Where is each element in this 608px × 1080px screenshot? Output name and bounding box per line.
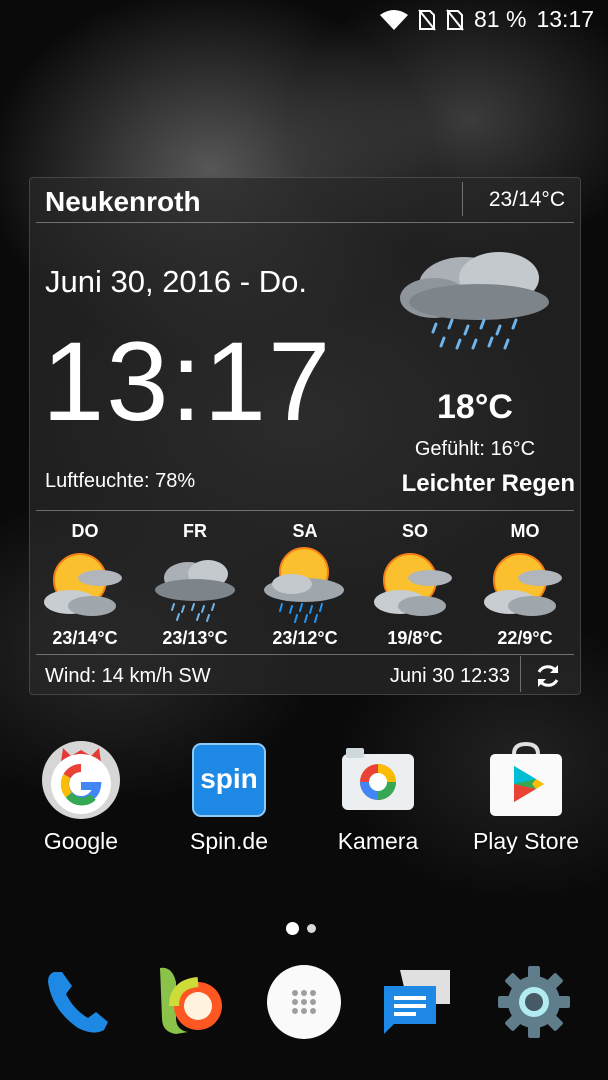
humidity-label: Luftfeuchte: 78% — [45, 470, 196, 492]
condition-label: Leichter Regen — [401, 470, 575, 497]
sun-rain-icon — [260, 544, 350, 629]
svg-text:spin: spin — [200, 763, 258, 794]
messages-icon[interactable] — [380, 962, 460, 1042]
spin-icon: spin — [189, 740, 269, 820]
browser-icon[interactable] — [154, 962, 234, 1042]
app-label: Kamera — [337, 828, 419, 854]
weather-widget[interactable]: Neukenroth 23/14°C Juni 30, 2016 - Do. 1… — [29, 177, 581, 695]
sun-cloud-icon — [480, 544, 570, 629]
clock: 13:17 — [536, 6, 594, 32]
battery-percent: 81 % — [474, 6, 527, 32]
divider — [520, 656, 521, 692]
app-play-store[interactable]: Play Store — [456, 740, 596, 855]
camera-icon — [338, 740, 418, 820]
app-drawer-icon[interactable] — [264, 962, 344, 1042]
date-label[interactable]: Juni 30, 2016 - Do. — [45, 264, 307, 300]
current-temperature: 18°C — [437, 388, 513, 426]
city-name[interactable]: Neukenroth — [45, 186, 201, 218]
page-dot-active — [286, 922, 299, 935]
forecast-temp: 23/12°C — [272, 628, 338, 648]
refresh-icon[interactable] — [534, 662, 562, 695]
play-store-icon — [486, 740, 566, 820]
app-camera[interactable]: Kamera — [308, 740, 448, 855]
google-icon — [41, 740, 121, 820]
page-dot — [307, 924, 316, 933]
forecast-row: DO 23/14°C FR 23/13°C SA 23/12°C SO 19/8… — [30, 516, 580, 652]
temp-range: 23/14°C — [488, 188, 565, 211]
forecast-day[interactable]: MO 22/9°C — [470, 516, 580, 652]
settings-icon[interactable] — [494, 962, 574, 1042]
wifi-icon — [380, 9, 408, 31]
sun-cloud-icon — [40, 544, 130, 629]
last-updated-label: Juni 30 12:33 — [389, 665, 510, 687]
rain-cloud-icon — [394, 240, 559, 360]
feels-like-label: Gefühlt: 16°C — [414, 438, 536, 460]
forecast-day[interactable]: SO 19/8°C — [360, 516, 470, 652]
forecast-day-name: SO — [401, 521, 428, 541]
forecast-day[interactable]: DO 23/14°C — [30, 516, 140, 652]
dock — [0, 962, 608, 1042]
forecast-day-name: DO — [71, 521, 99, 541]
divider — [462, 182, 463, 216]
divider — [36, 222, 574, 223]
app-label: Spin.de — [189, 828, 268, 854]
no-sim-icon — [418, 8, 436, 31]
page-indicator — [286, 922, 316, 935]
forecast-temp: 19/8°C — [387, 628, 443, 648]
rain-cloud-icon — [150, 544, 240, 629]
forecast-day-name: MO — [510, 521, 540, 541]
widget-clock[interactable]: 13:17 — [42, 326, 332, 438]
app-spin[interactable]: spin Spin.de — [159, 740, 299, 855]
no-sim-icon — [446, 8, 464, 31]
app-label: Play Store — [472, 828, 580, 854]
app-label: Google — [43, 828, 119, 854]
forecast-temp: 22/9°C — [497, 628, 553, 648]
divider — [36, 654, 574, 655]
forecast-day[interactable]: FR 23/13°C — [140, 516, 250, 652]
forecast-day-name: SA — [292, 521, 318, 541]
forecast-temp: 23/14°C — [52, 628, 118, 648]
forecast-day-name: FR — [183, 521, 207, 541]
app-google[interactable]: Google — [11, 740, 151, 855]
divider — [36, 510, 574, 511]
forecast-day[interactable]: SA 23/12°C — [250, 516, 360, 652]
status-bar: 81 % 13:17 — [0, 0, 608, 44]
wind-label: Wind: 14 km/h SW — [45, 665, 211, 687]
phone-icon[interactable] — [38, 962, 118, 1042]
forecast-temp: 23/13°C — [162, 628, 228, 648]
sun-cloud-icon — [370, 544, 460, 629]
